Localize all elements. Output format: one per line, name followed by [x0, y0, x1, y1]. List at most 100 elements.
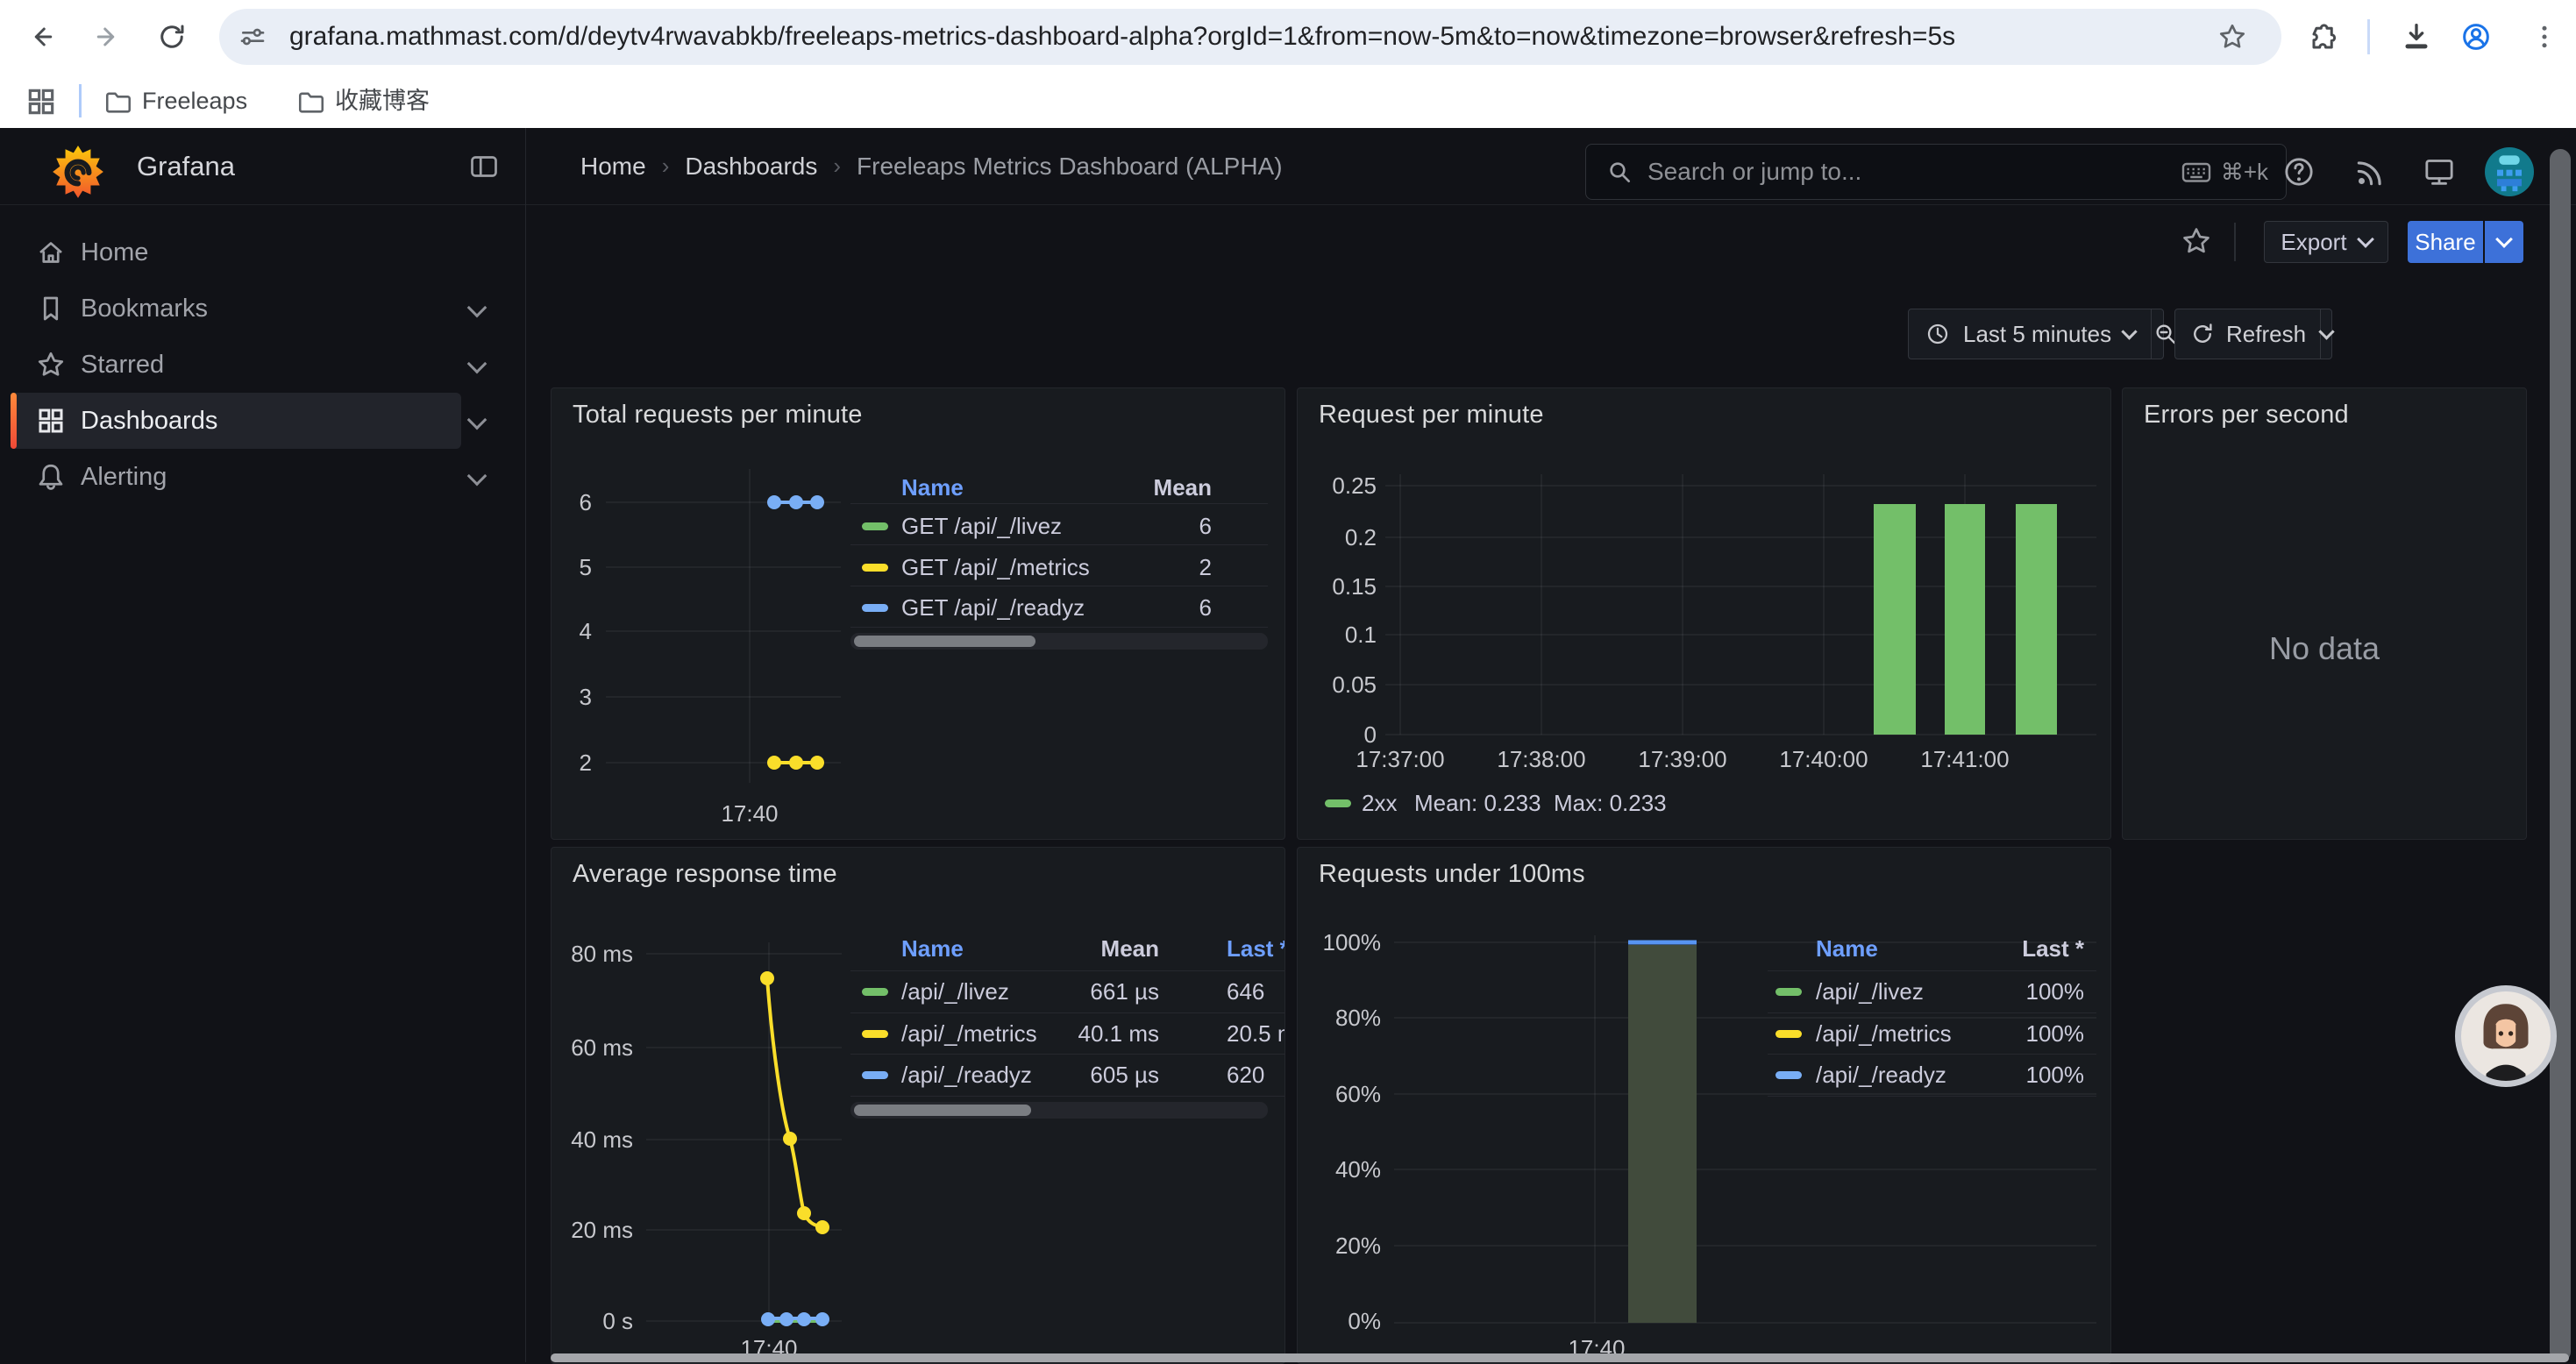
grafana-logo[interactable] — [49, 144, 107, 202]
breadcrumb-dashboards[interactable]: Dashboards — [685, 153, 817, 181]
kiosk-monitor-icon[interactable] — [2422, 154, 2457, 189]
legend-header-last[interactable]: Last * — [1909, 933, 2084, 964]
x-tick: 17:39:00 — [1621, 746, 1744, 772]
legend-scrollbar-thumb[interactable] — [854, 1105, 1031, 1116]
legend-mean: Mean: 0.233 — [1414, 787, 1541, 819]
share-button[interactable]: Share — [2408, 221, 2483, 263]
legend-swatch-green — [1775, 988, 1802, 996]
legend-value: 20.5 ms — [1227, 1018, 1285, 1049]
legend-header-last[interactable]: Last * — [1227, 933, 1285, 964]
x-tick: 17:41:00 — [1904, 746, 2026, 772]
panel-total-requests: Total requests per minute 6 5 4 3 2 17:4… — [551, 387, 1285, 840]
sidebar-selected-indicator — [11, 393, 17, 449]
search-shortcut: ⌘+k — [2221, 159, 2268, 186]
series-readyz — [767, 495, 824, 509]
refresh-button[interactable]: Refresh — [2175, 309, 2320, 359]
series-area — [1628, 942, 1697, 1323]
legend-value: 100% — [1909, 1059, 2084, 1090]
x-tick: 17:37:00 — [1339, 746, 1462, 772]
search-placeholder: Search or jump to... — [1647, 158, 1861, 186]
legend-header-mean[interactable]: Mean — [1080, 472, 1212, 503]
bookmark-star-icon[interactable] — [2217, 21, 2248, 53]
floating-assistant-avatar[interactable] — [2455, 985, 2557, 1087]
vertical-scrollbar-thumb[interactable] — [2550, 149, 2571, 1362]
dock-menu-icon[interactable] — [468, 151, 500, 182]
help-icon[interactable] — [2281, 154, 2316, 189]
sidebar-item-label: Dashboards — [81, 393, 217, 449]
breadcrumb: Home › Dashboards › Freeleaps Metrics Da… — [580, 128, 1283, 204]
gridlines — [606, 469, 841, 783]
legend-value: 661 µs — [1028, 976, 1159, 1007]
legend-name[interactable]: /api/_/livez — [901, 976, 1009, 1007]
dashboards-icon — [35, 405, 67, 437]
legend-header-mean[interactable]: Mean — [1028, 933, 1159, 964]
time-range-picker[interactable]: Last 5 minutes — [1909, 309, 2151, 359]
legend-value: 100% — [1909, 1018, 2084, 1049]
refresh-interval-dropdown[interactable] — [2320, 309, 2332, 359]
legend-swatch-2xx — [1325, 799, 1351, 807]
legend-name[interactable]: GET /api/_/readyz — [901, 592, 1085, 623]
x-tick: 17:40 — [697, 800, 802, 827]
legend-scrollbar-thumb[interactable] — [854, 636, 1035, 647]
sidebar-item-label: Home — [81, 224, 148, 281]
legend-swatch-yellow — [862, 564, 888, 572]
panel-title[interactable]: Errors per second — [2144, 401, 2349, 430]
legend-name[interactable]: /api/_/metrics — [901, 1018, 1037, 1049]
sidebar-border — [525, 128, 526, 1362]
favorite-star-icon[interactable] — [2180, 224, 2213, 258]
downloads-icon[interactable] — [2399, 19, 2434, 54]
series-metrics — [767, 756, 824, 770]
grafana-brand[interactable]: Grafana — [137, 128, 235, 204]
legend-header-name[interactable]: Name — [901, 472, 964, 503]
topnav-divider — [0, 204, 2576, 205]
legend-name[interactable]: /api/_/readyz — [901, 1059, 1032, 1090]
chevron-down-icon[interactable] — [467, 354, 487, 374]
home-icon — [35, 237, 67, 268]
chevron-down-icon[interactable] — [467, 298, 487, 318]
legend-header-name[interactable]: Name — [1816, 933, 1878, 964]
legend-swatch-blue — [1775, 1071, 1802, 1079]
url-text[interactable]: grafana.mathmast.com/d/deytv4rwavabkb/fr… — [289, 9, 1955, 65]
sidebar-item-label: Starred — [81, 337, 164, 393]
extensions-icon[interactable] — [2306, 21, 2338, 53]
profile-icon[interactable] — [2459, 19, 2494, 54]
search-input[interactable]: Search or jump to... ⌘+k — [1585, 144, 2287, 200]
legend-value: 620 — [1227, 1059, 1264, 1090]
back-icon[interactable] — [26, 21, 58, 53]
legend-name[interactable]: 2xx — [1362, 787, 1397, 819]
horizontal-scrollbar-thumb[interactable] — [551, 1353, 2569, 1362]
site-info-icon[interactable] — [238, 23, 267, 51]
breadcrumb-current: Freeleaps Metrics Dashboard (ALPHA) — [857, 153, 1283, 181]
menu-kebab-icon[interactable] — [2529, 21, 2560, 53]
apps-grid-icon[interactable] — [25, 85, 58, 118]
search-icon — [1605, 158, 1633, 186]
time-controls-group: Last 5 minutes — [1908, 309, 2164, 359]
breadcrumb-home[interactable]: Home — [580, 153, 646, 181]
legend-name[interactable]: /api/_/livez — [1816, 976, 1924, 1007]
avatar-pixel-art — [2485, 147, 2534, 196]
news-rss-icon[interactable] — [2353, 156, 2387, 189]
legend-header-name[interactable]: Name — [901, 933, 964, 964]
sidebar-item-label: Alerting — [81, 449, 167, 505]
chevron-down-icon[interactable] — [467, 410, 487, 430]
legend-value: 6 — [1080, 592, 1212, 623]
folder-icon — [103, 87, 133, 117]
reload-icon[interactable] — [156, 21, 188, 53]
refresh-icon — [2189, 321, 2216, 347]
breadcrumb-separator: › — [833, 153, 841, 180]
actions-divider — [2234, 223, 2236, 261]
legend-name[interactable]: GET /api/_/metrics — [901, 551, 1090, 583]
forward-icon[interactable] — [91, 21, 123, 53]
series-metrics — [760, 971, 829, 1234]
folder-icon — [296, 87, 326, 117]
legend-name[interactable]: GET /api/_/livez — [901, 510, 1062, 542]
refresh-label: Refresh — [2226, 321, 2306, 348]
user-avatar[interactable] — [2485, 147, 2534, 196]
export-button[interactable]: Export — [2264, 221, 2388, 263]
legend-swatch-blue — [862, 604, 888, 612]
gridlines — [1385, 474, 2096, 735]
bookmark-folder-label: Freeleaps — [142, 74, 247, 128]
chevron-down-icon[interactable] — [467, 466, 487, 487]
legend-value: 2 — [1080, 551, 1212, 583]
share-dropdown-button[interactable] — [2485, 221, 2523, 263]
